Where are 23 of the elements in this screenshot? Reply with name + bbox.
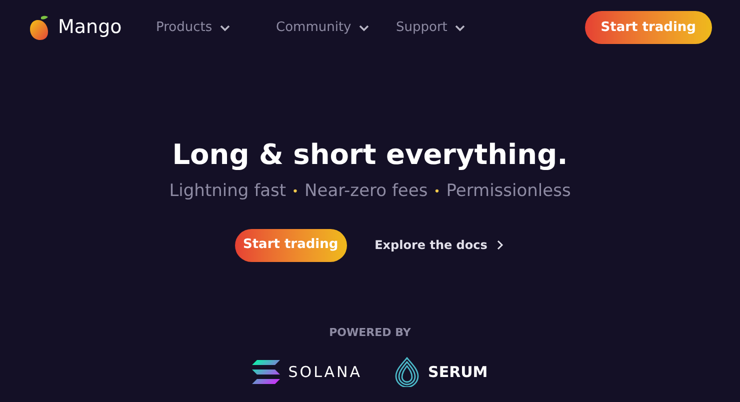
powered-by-label: POWERED BY xyxy=(329,324,411,340)
separator-dot: • xyxy=(434,184,440,200)
feature-text: Lightning fast xyxy=(169,180,286,203)
chevron-down-icon xyxy=(455,22,466,32)
brand-name: Mango xyxy=(58,15,122,40)
partner-name: SOLANA xyxy=(288,362,362,383)
chevron-down-icon xyxy=(359,22,370,32)
chevron-down-icon xyxy=(220,22,230,32)
start-trading-button[interactable]: Start trading xyxy=(234,228,347,262)
hero-title: Long & short everything. xyxy=(172,137,568,173)
nav-menu-button[interactable]: Community xyxy=(276,18,396,38)
nav-menu-button[interactable]: Support xyxy=(396,18,516,38)
feature-text: Permissionless xyxy=(446,180,571,203)
separator-dot: • xyxy=(292,184,299,200)
drop-logo-icon xyxy=(394,357,420,387)
nav-menu-button[interactable]: Products xyxy=(156,18,276,38)
start-trading-button[interactable]: Start trading xyxy=(584,11,712,44)
stripes-logo-icon xyxy=(252,360,280,384)
partner-name: SERUM xyxy=(428,362,488,383)
chevron-right-icon xyxy=(495,240,506,250)
explore-docs-link[interactable]: Explore the docs xyxy=(374,236,506,254)
feature-text: Near-zero fees xyxy=(304,180,428,203)
mango-logo-icon xyxy=(28,14,50,40)
